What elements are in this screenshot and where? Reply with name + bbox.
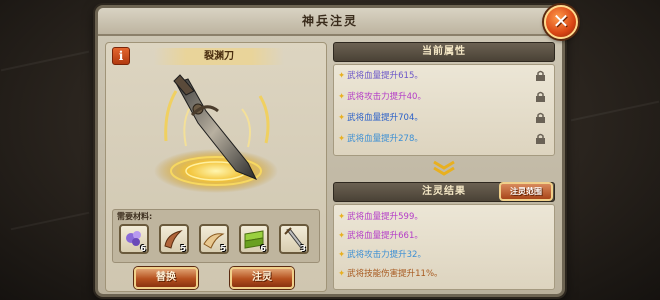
replace-button[interactable]: 替换 xyxy=(134,267,198,289)
lock-icon[interactable] xyxy=(535,133,546,144)
star-icon: ✦ xyxy=(338,212,346,222)
star-icon: ✦ xyxy=(338,250,346,260)
weapon-panel: i 裂渊刀 需要材料: 6 5 5 6 3 替换 注灵 xyxy=(105,42,327,292)
attribute-text: 武将血量提升278。 xyxy=(347,134,423,144)
infuse-button[interactable]: 注灵 xyxy=(230,267,294,289)
attribute-text: 武将血量提升599。 xyxy=(347,212,423,222)
material-count: 3 xyxy=(300,244,306,253)
info-button[interactable]: i xyxy=(112,47,130,65)
result-attribute-row: ✦ 武将技能伤害提升11%。 xyxy=(338,267,550,281)
dialog-title: 神兵注灵 xyxy=(301,14,358,28)
star-icon: ✦ xyxy=(338,269,346,279)
material-count: 6 xyxy=(260,244,266,253)
star-icon: ✦ xyxy=(338,134,346,144)
result-attribute-row: ✦ 武将攻击力提升32。 xyxy=(338,248,550,262)
current-attributes-header: 当前属性 xyxy=(333,42,555,62)
close-button[interactable]: ✕ xyxy=(544,5,578,39)
chevron-down-icon xyxy=(433,160,455,176)
lock-icon[interactable] xyxy=(535,112,546,123)
attribute-text: 武将血量提升615。 xyxy=(347,71,423,81)
attribute-text: 武将血量提升704。 xyxy=(347,113,423,123)
attribute-text: 武将技能伤害提升11%。 xyxy=(347,269,443,279)
material-count: 6 xyxy=(140,244,146,253)
current-attribute-row: ✦ 武将血量提升278。 xyxy=(338,132,550,146)
material-count: 5 xyxy=(220,244,226,253)
attribute-text: 武将攻击力提升40。 xyxy=(347,92,426,102)
current-attributes-list: ✦ 武将血量提升615。 ✦ 武将攻击力提升40。 ✦ 武将血量提升704。 ✦ 武将血… xyxy=(333,64,555,156)
material-slot[interactable]: 6 xyxy=(119,224,149,254)
current-attribute-row: ✦ 武将血量提升704。 xyxy=(338,111,550,125)
title-bar: 神兵注灵 xyxy=(98,8,562,36)
material-count: 5 xyxy=(180,244,186,253)
material-slot[interactable]: 6 xyxy=(239,224,269,254)
star-icon: ✦ xyxy=(338,71,346,81)
lock-icon[interactable] xyxy=(535,70,546,81)
material-slot[interactable]: 3 xyxy=(279,224,309,254)
current-attribute-row: ✦ 武将攻击力提升40。 xyxy=(338,90,550,104)
attribute-text: 武将攻击力提升32。 xyxy=(347,250,426,260)
attribute-text: 武将血量提升661。 xyxy=(347,231,423,241)
weapon-name: 裂渊刀 xyxy=(154,48,284,65)
result-attribute-row: ✦ 武将血量提升599。 xyxy=(338,210,550,224)
star-icon: ✦ xyxy=(338,231,346,241)
star-icon: ✦ xyxy=(338,113,346,123)
materials-box: 需要材料: 6 5 5 6 3 xyxy=(112,209,320,263)
weapon-illustration xyxy=(154,74,278,193)
background-streak xyxy=(0,50,90,72)
infuse-range-button[interactable]: 注灵范围 xyxy=(499,182,553,201)
material-slot[interactable]: 5 xyxy=(159,224,189,254)
star-icon: ✦ xyxy=(338,92,346,102)
materials-label: 需要材料: xyxy=(117,212,153,221)
result-list: ✦ 武将血量提升599。 ✦ 武将血量提升661。 ✦ 武将攻击力提升32。 ✦ 武将技… xyxy=(333,204,555,290)
background-streak xyxy=(10,211,90,231)
material-slot[interactable]: 5 xyxy=(199,224,229,254)
current-attribute-row: ✦ 武将血量提升615。 xyxy=(338,69,550,83)
attributes-panel: 当前属性 ✦ 武将血量提升615。 ✦ 武将攻击力提升40。 ✦ 武将血量提升704。… xyxy=(333,42,555,292)
infuse-dialog: 神兵注灵 ✕ i 裂渊刀 需要材料: 6 5 5 6 3 替换 注灵 当前属性 … xyxy=(95,5,578,297)
result-attribute-row: ✦ 武将血量提升661。 xyxy=(338,229,550,243)
background-streak xyxy=(570,100,660,122)
lock-icon[interactable] xyxy=(535,91,546,102)
